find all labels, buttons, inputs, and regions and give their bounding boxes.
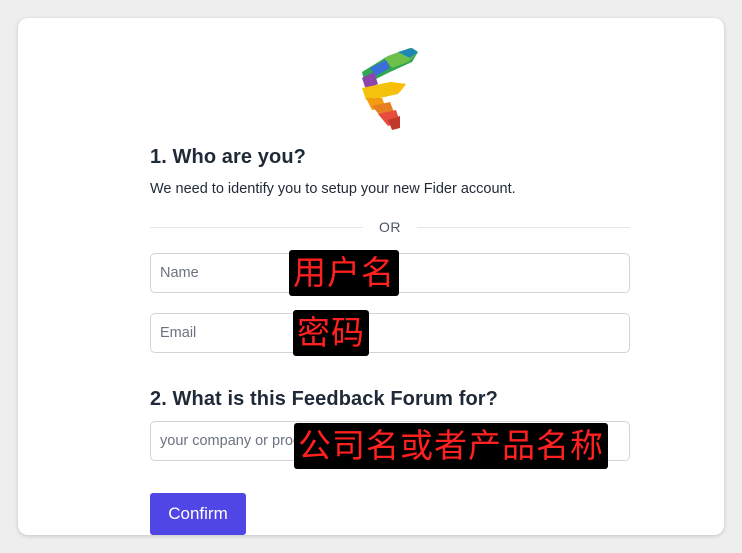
setup-card: 1. Who are you? We need to identify you … bbox=[18, 18, 724, 535]
confirm-button[interactable]: Confirm bbox=[150, 493, 246, 535]
divider-line-left bbox=[150, 226, 363, 228]
email-input[interactable] bbox=[150, 313, 630, 353]
setup-form: 1. Who are you? We need to identify you … bbox=[150, 146, 630, 535]
name-field-wrapper: 用户名 bbox=[150, 250, 630, 296]
fider-logo-icon bbox=[362, 48, 418, 130]
step1-subtitle: We need to identify you to setup your ne… bbox=[150, 181, 516, 197]
divider-or-text: OR bbox=[379, 219, 401, 235]
email-field-wrapper: 密码 bbox=[150, 310, 630, 356]
step1-title: 1. Who are you? bbox=[150, 146, 306, 168]
email-annotation-label: 密码 bbox=[293, 310, 369, 356]
divider-line-right bbox=[417, 226, 630, 228]
step2-title: 2. What is this Feedback Forum for? bbox=[150, 388, 498, 410]
company-field-wrapper: 公司名或者产品名称 bbox=[150, 421, 630, 469]
company-annotation-label: 公司名或者产品名称 bbox=[294, 423, 608, 469]
or-divider: OR bbox=[150, 217, 630, 237]
name-annotation-label: 用户名 bbox=[289, 250, 399, 296]
